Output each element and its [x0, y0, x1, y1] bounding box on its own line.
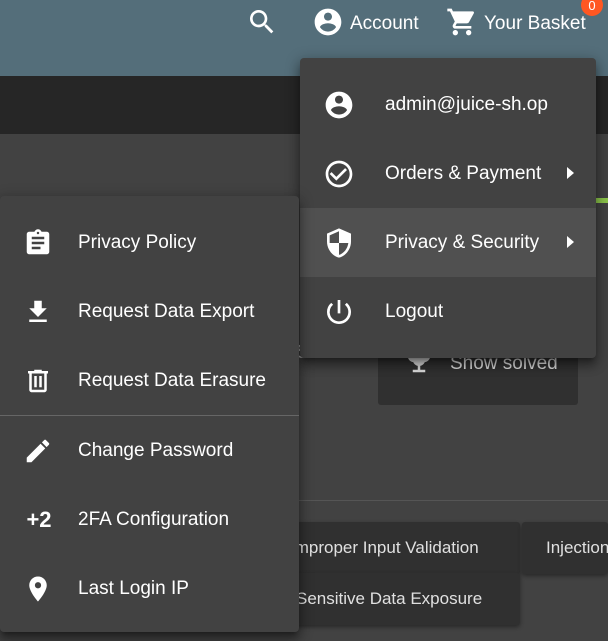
plus-two-icon: +2 — [26, 506, 52, 532]
chip-label: Sensitive Data Exposure — [296, 589, 483, 608]
menu-item-label: Orders & Payment — [385, 162, 542, 184]
clipboard-icon — [22, 227, 54, 259]
menu-item-label: Request Data Erasure — [78, 369, 266, 391]
account-menu: admin@juice-sh.op Orders & Payment Priva… — [300, 58, 596, 358]
chip-label: Injection — [546, 538, 608, 557]
menu-item-label: Privacy & Security — [385, 231, 540, 253]
pencil-icon — [22, 435, 54, 467]
shield-icon — [323, 227, 355, 259]
account-circle-icon — [323, 89, 355, 121]
menu-item-label: admin@juice-sh.op — [385, 93, 548, 115]
menu-item-last-login-ip[interactable]: Last Login IP — [0, 554, 299, 623]
progress-accent — [596, 198, 608, 203]
location-pin-icon — [22, 573, 54, 605]
check-circle-icon — [323, 158, 355, 190]
account-circle-icon — [312, 6, 344, 43]
menu-item-change-password[interactable]: Change Password — [0, 416, 299, 485]
search-icon — [246, 6, 278, 43]
account-button[interactable]: Account — [312, 0, 419, 48]
power-icon — [323, 296, 355, 328]
menu-item-label: Logout — [385, 300, 444, 322]
menu-item-request-data-export[interactable]: Request Data Export — [0, 277, 299, 346]
category-chip-injection[interactable]: Injection — [522, 522, 608, 574]
menu-item-privacy-policy[interactable]: Privacy Policy — [0, 208, 299, 277]
basket-label: Your Basket — [484, 13, 586, 34]
menu-item-label: 2FA Configuration — [78, 508, 230, 530]
basket-count-badge: 0 — [581, 0, 603, 16]
submenu-arrow-icon — [567, 167, 574, 179]
submenu-arrow-icon — [567, 236, 574, 248]
cart-icon — [446, 6, 478, 43]
menu-item-label: Request Data Export — [78, 300, 255, 322]
menu-item-2fa-configuration[interactable]: +2 2FA Configuration — [0, 485, 299, 554]
menu-item-label: Privacy Policy — [78, 231, 197, 253]
privacy-security-submenu: Privacy Policy Request Data Export Reque… — [0, 196, 299, 632]
menu-item-label: Last Login IP — [78, 577, 189, 599]
category-chip-improper-input[interactable]: Improper Input Validation — [270, 522, 520, 574]
search-button[interactable] — [246, 0, 278, 48]
menu-item-label: Change Password — [78, 439, 234, 461]
account-label: Account — [350, 13, 419, 34]
menu-item-user-email[interactable]: admin@juice-sh.op — [300, 70, 596, 139]
chip-label: Improper Input Validation — [290, 538, 479, 557]
trash-icon — [22, 365, 54, 397]
menu-item-request-data-erasure[interactable]: Request Data Erasure — [0, 346, 299, 415]
menu-item-privacy-security[interactable]: Privacy & Security — [300, 208, 596, 277]
download-icon — [22, 296, 54, 328]
menu-item-logout[interactable]: Logout — [300, 277, 596, 346]
basket-button[interactable]: Your Basket — [446, 0, 586, 48]
menu-item-orders-payment[interactable]: Orders & Payment — [300, 139, 596, 208]
category-chip-sensitive-data[interactable]: Sensitive Data Exposure — [270, 573, 520, 625]
